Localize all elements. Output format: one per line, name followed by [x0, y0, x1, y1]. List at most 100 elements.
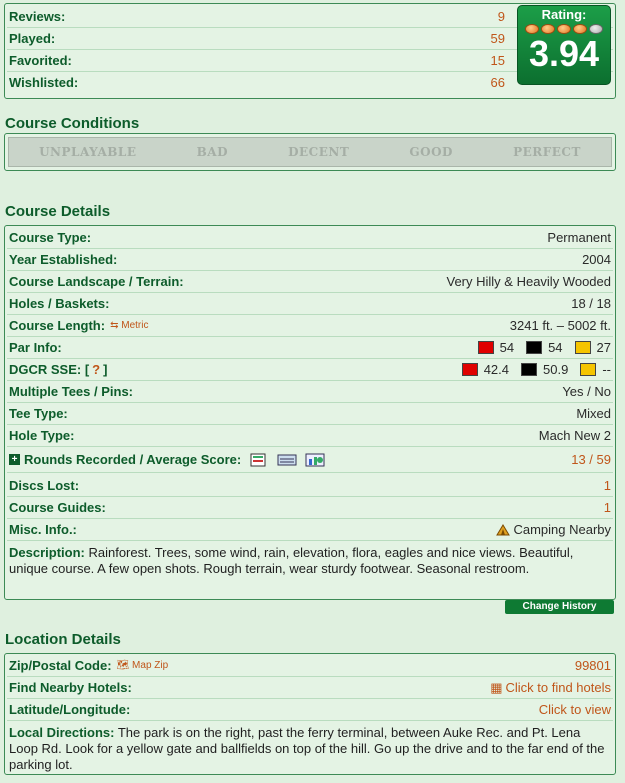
stat-label: Favorited:	[9, 52, 72, 68]
row-label: Find Nearby Hotels:	[9, 679, 132, 695]
stat-value[interactable]: 9	[498, 6, 505, 28]
keyboard-icon[interactable]	[277, 453, 297, 467]
row-value: Mach New 2	[538, 427, 611, 443]
black-tee-swatch	[526, 341, 543, 354]
condition-level: DECENT	[288, 145, 350, 159]
change-history-button[interactable]: Change History	[505, 600, 614, 614]
stat-label: Reviews:	[9, 8, 66, 24]
rating-value: 3.94	[528, 33, 600, 74]
description-block: Description: Rainforest. Trees, some win…	[7, 543, 613, 579]
directions-block: Local Directions: The park is on the rig…	[7, 723, 613, 775]
hotels-row: Find Nearby Hotels: ▦ Click to find hote…	[7, 677, 613, 699]
row-value: Camping Nearby	[513, 521, 611, 537]
condition-level: PERFECT	[513, 145, 581, 159]
tees-row: Multiple Tees / Pins: Yes / No	[7, 381, 613, 403]
rounds-value[interactable]: 13 / 59	[571, 447, 611, 473]
location-details-title: Location Details	[5, 631, 121, 648]
row-label: DGCR SSE: [	[9, 361, 90, 377]
black-tee-swatch	[521, 363, 538, 376]
rating-badge: Rating: 3.94	[517, 5, 611, 85]
gold-tee-swatch	[574, 341, 591, 354]
directions-label: Local Directions:	[9, 725, 115, 740]
stat-value[interactable]: 15	[491, 50, 505, 72]
course-details-title: Course Details	[5, 203, 111, 220]
gold-tee-swatch	[580, 363, 597, 376]
sse-black: 50.9	[543, 361, 569, 377]
hotel-building-icon: ▦	[490, 679, 503, 695]
description-text: Rainforest. Trees, some wind, rain, elev…	[9, 545, 574, 576]
row-label: Misc. Info.:	[9, 521, 77, 537]
row-value: Very Hilly & Heavily Wooded	[446, 273, 612, 289]
sse-values: 42.4 50.9 --	[450, 359, 611, 381]
row-label: Holes / Baskets:	[9, 295, 110, 311]
sse-label-wrap: DGCR SSE: [ ? ]	[9, 359, 107, 381]
map-zip-link[interactable]: 🗺 Map Zip	[117, 655, 169, 677]
tee-type-row: Tee Type: Mixed	[7, 403, 613, 425]
row-value: Yes / No	[562, 383, 611, 399]
sse-help-link[interactable]: ?	[92, 359, 100, 381]
expand-plus-icon[interactable]: +	[9, 454, 20, 465]
row-label: Course Length:	[9, 317, 106, 333]
chart-icon[interactable]	[305, 453, 325, 467]
discs-lost-row: Discs Lost: 1	[7, 475, 613, 497]
latlng-row: Latitude/Longitude: Click to view	[7, 699, 613, 721]
par-values: 54 54 27	[466, 337, 611, 359]
stat-value[interactable]: 59	[491, 28, 505, 50]
condition-level: BAD	[196, 145, 228, 159]
hotels-link-wrap[interactable]: ▦ Click to find hotels	[490, 677, 611, 699]
hotels-link[interactable]: Click to find hotels	[506, 677, 612, 699]
row-label: Par Info:	[9, 339, 62, 355]
red-tee-swatch	[461, 363, 478, 376]
row-label: Course Landscape / Terrain:	[9, 273, 184, 289]
row-label: Course Type:	[9, 229, 92, 245]
hole-type-row: Hole Type: Mach New 2	[7, 425, 613, 447]
row-value: Permanent	[547, 229, 611, 245]
par-row: Par Info: 54 54 27	[7, 337, 613, 359]
row-value: 2004	[582, 251, 611, 267]
course-conditions-title: Course Conditions	[5, 115, 140, 132]
par-black: 54	[548, 339, 563, 355]
row-value[interactable]: 1	[604, 497, 611, 519]
row-label[interactable]: Rounds Recorded / Average Score:	[24, 447, 241, 473]
sse-row: DGCR SSE: [ ? ] 42.4 50.9 --	[7, 359, 613, 381]
rounds-row: + Rounds Recorded / Average Score: 13 / …	[7, 447, 613, 473]
misc-row: Misc. Info.: Camping Nearby	[7, 519, 613, 541]
row-label: Year Established:	[9, 251, 118, 267]
row-value: 18 / 18	[571, 295, 611, 311]
red-tee-swatch	[477, 341, 494, 354]
year-row: Year Established: 2004	[7, 249, 613, 271]
row-value: Mixed	[576, 405, 611, 421]
row-value[interactable]: 1	[604, 475, 611, 497]
sse-red: 42.4	[483, 361, 510, 377]
landscape-row: Course Landscape / Terrain: Very Hilly &…	[7, 271, 613, 293]
course-type-row: Course Type: Permanent	[7, 227, 613, 249]
latlng-link[interactable]: Click to view	[539, 699, 611, 721]
metric-link-text[interactable]: Metric	[121, 320, 148, 331]
row-label: Tee Type:	[9, 405, 68, 421]
row-label: Hole Type:	[9, 427, 75, 443]
length-row: Course Length: ⇆ Metric 3241 ft. – 5002 …	[7, 315, 613, 337]
scorecard-icon[interactable]	[249, 453, 269, 467]
guides-row: Course Guides: 1	[7, 497, 613, 519]
misc-value-wrap: Camping Nearby	[496, 519, 611, 541]
map-zip-text[interactable]: Map Zip	[132, 660, 168, 671]
zip-row: Zip/Postal Code: 🗺 Map Zip 99801	[7, 655, 613, 677]
zip-label-wrap: Zip/Postal Code: 🗺 Map Zip	[9, 655, 168, 677]
condition-level: UNPLAYABLE	[39, 145, 137, 159]
stat-label: Wishlisted:	[9, 75, 79, 90]
metric-toggle-link[interactable]: ⇆ Metric	[110, 315, 148, 337]
conditions-bar: UNPLAYABLE BAD DECENT GOOD PERFECT	[8, 137, 612, 167]
row-label: Course Guides:	[9, 499, 106, 515]
row-label: Latitude/Longitude:	[9, 701, 131, 717]
row-label: Multiple Tees / Pins:	[9, 383, 134, 399]
zip-value[interactable]: 99801	[575, 655, 611, 677]
row-label: Discs Lost:	[9, 477, 80, 493]
stat-value[interactable]: 66	[491, 72, 505, 94]
par-red: 54	[499, 339, 515, 355]
holes-row: Holes / Baskets: 18 / 18	[7, 293, 613, 315]
par-gold: 27	[596, 339, 611, 355]
details-panel: Course Type: Permanent Year Established:…	[4, 225, 616, 600]
sse-gold: --	[602, 361, 611, 377]
row-label: Zip/Postal Code:	[9, 657, 112, 673]
stat-label: Played:	[9, 30, 56, 46]
